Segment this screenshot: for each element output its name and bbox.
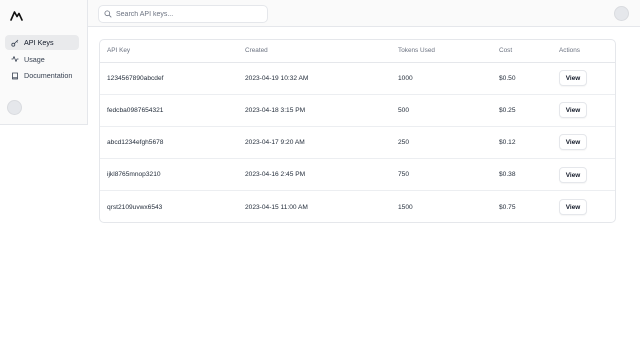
search-icon: [104, 10, 112, 18]
table-header-row: API Key Created Tokens Used Cost Actions: [100, 40, 615, 63]
cost-cell: $0.12: [492, 126, 552, 160]
view-button[interactable]: View: [559, 166, 587, 183]
created-cell: 2023-04-17 9:20 AM: [238, 126, 391, 160]
search-box[interactable]: [98, 5, 268, 23]
sidebar-item-usage[interactable]: Usage: [5, 52, 79, 67]
top-bar: [88, 0, 640, 27]
actions-cell: View: [552, 191, 615, 222]
search-input[interactable]: [116, 10, 256, 18]
tokens-used-cell: 750: [391, 158, 492, 192]
column-header-tokens-used: Tokens Used: [391, 40, 492, 63]
column-header-actions: Actions: [552, 40, 615, 63]
created-cell: 2023-04-15 11:00 AM: [245, 203, 308, 211]
sidebar: API Keys Usage Documentation: [0, 0, 88, 125]
table-row: qrst2109uvwx6543 2023-04-15 11:00 AM 150…: [100, 191, 615, 222]
api-keys-table: API Key Created Tokens Used Cost Actions…: [100, 40, 615, 222]
actions-cell: View: [552, 158, 615, 192]
tokens-used-cell: 250: [391, 126, 492, 160]
avatar[interactable]: [7, 100, 22, 115]
tokens-used-cell: 1000: [391, 62, 492, 95]
column-header-created: Created: [238, 40, 391, 63]
cost-cell: $0.50: [492, 62, 552, 95]
created-cell: 2023-04-19 10:32 AM: [238, 62, 391, 95]
key-icon: [11, 39, 19, 47]
api-key-cell: 1234567890abcdef: [100, 62, 238, 95]
created-cell: 2023-04-18 3:15 PM: [238, 94, 391, 127]
view-button[interactable]: View: [559, 134, 587, 151]
column-header-cost: Cost: [492, 40, 552, 63]
api-key-cell: abcd1234efgh5678: [100, 126, 238, 160]
book-icon: [11, 72, 19, 80]
api-keys-table-card: API Key Created Tokens Used Cost Actions…: [99, 39, 616, 223]
table-row: ijkl8765mnop3210 2023-04-16 2:45 PM 750 …: [100, 158, 615, 192]
tokens-used-cell: 500: [391, 94, 492, 127]
api-key-cell: fedcba0987654321: [100, 94, 238, 127]
user-avatar[interactable]: [614, 6, 629, 21]
sidebar-item-label: API Keys: [24, 38, 54, 47]
actions-cell: View: [552, 62, 615, 95]
view-button[interactable]: View: [559, 199, 587, 216]
sidebar-nav: API Keys Usage Documentation: [5, 35, 79, 85]
actions-cell: View: [552, 94, 615, 127]
table-row: fedcba0987654321 2023-04-18 3:15 PM 500 …: [100, 94, 615, 127]
mountain-logo-icon[interactable]: [10, 8, 23, 21]
api-key-cell: qrst2109uvwx6543: [107, 203, 163, 211]
table-row: 1234567890abcdef 2023-04-19 10:32 AM 100…: [100, 62, 615, 95]
sidebar-item-label: Documentation: [24, 71, 73, 80]
activity-icon: [11, 55, 19, 63]
cost-cell: $0.38: [492, 158, 552, 192]
api-key-cell: ijkl8765mnop3210: [100, 158, 238, 192]
actions-cell: View: [552, 126, 615, 160]
sidebar-item-documentation[interactable]: Documentation: [5, 68, 79, 83]
column-header-api-key: API Key: [100, 40, 238, 63]
view-button[interactable]: View: [559, 102, 587, 119]
sidebar-item-api-keys[interactable]: API Keys: [5, 35, 79, 50]
cost-cell: $0.75: [499, 203, 516, 211]
view-button[interactable]: View: [559, 70, 587, 87]
table-row: abcd1234efgh5678 2023-04-17 9:20 AM 250 …: [100, 126, 615, 160]
sidebar-item-label: Usage: [24, 54, 45, 64]
created-cell: 2023-04-16 2:45 PM: [238, 158, 391, 192]
cost-cell: $0.25: [492, 94, 552, 127]
tokens-used-cell: 1500: [398, 203, 413, 211]
